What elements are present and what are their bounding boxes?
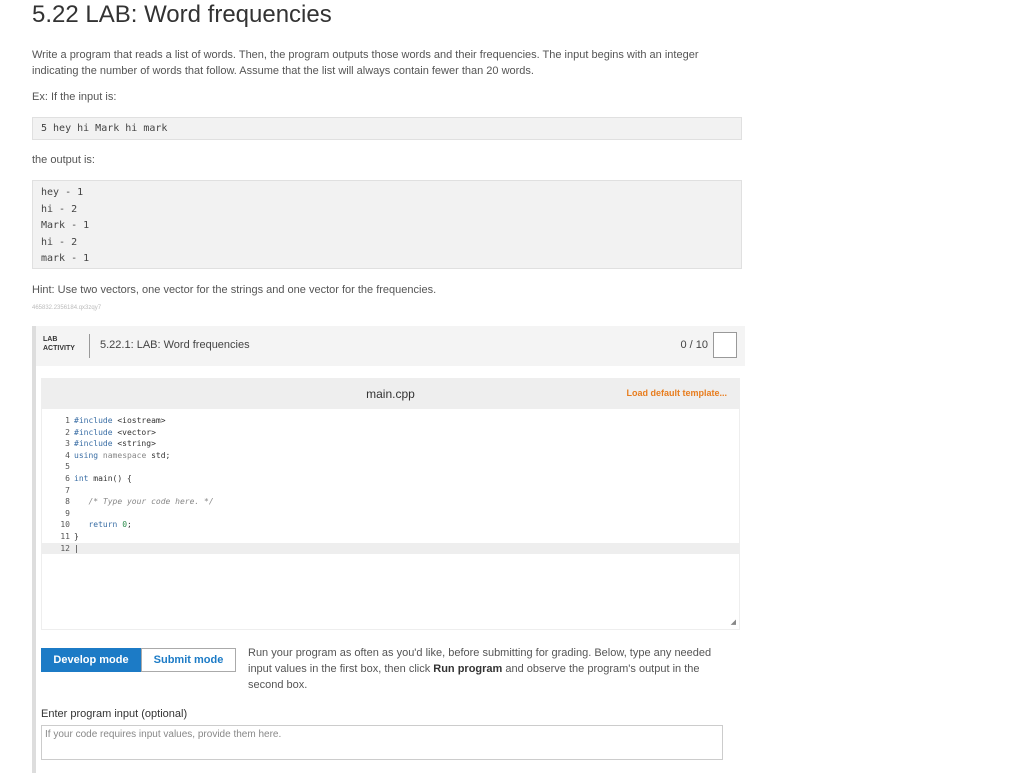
lab-activity-tag: LAB ACTIVITY — [43, 335, 75, 353]
lab-header: LAB ACTIVITY 5.22.1: LAB: Word frequenci… — [36, 326, 745, 366]
code-line: 10 return 0; — [60, 520, 132, 530]
code-line: 9 — [65, 508, 70, 518]
output-line: mark - 1 — [41, 253, 90, 264]
code-line: 11} — [60, 531, 79, 541]
example-output-block: hey - 1 hi - 2 Mark - 1 hi - 2 mark - 1 — [32, 180, 742, 269]
resize-handle-icon[interactable]: ◢ — [731, 618, 736, 626]
lab-name: 5.22.1: LAB: Word frequencies — [100, 339, 250, 351]
hint-text: Hint: Use two vectors, one vector for th… — [32, 284, 437, 296]
header-divider — [89, 334, 90, 358]
code-line: 2 #include <vector> — [65, 427, 156, 437]
run-instructions: Run your program as often as you'd like,… — [248, 647, 712, 691]
code-line: 8 /* Type your code here. */ — [65, 497, 214, 507]
code-line: 4 using namespace std; — [65, 450, 171, 460]
output-line: hi - 2 — [41, 236, 78, 248]
example-input-text: 5 hey hi Mark hi mark — [41, 123, 168, 134]
code-line: 5 — [65, 462, 70, 472]
develop-mode-button[interactable]: Develop mode — [41, 648, 141, 672]
editor-toolbar: main.cpp Load default template... — [42, 379, 739, 409]
output-line: hey - 1 — [41, 187, 84, 198]
output-intro: the output is: — [32, 154, 95, 166]
lab-activity: LAB ACTIVITY 5.22.1: LAB: Word frequenci… — [32, 326, 745, 773]
lab-tag-line2: ACTIVITY — [43, 345, 75, 352]
lab-tag-line1: LAB — [43, 336, 58, 343]
score-badge-icon — [713, 332, 737, 358]
tracking-code: 465832.2356184.qx3zqy7 — [32, 305, 102, 311]
problem-description: Write a program that reads a list of wor… — [32, 49, 699, 77]
score-text: 0 / 10 — [680, 339, 708, 351]
program-input-label: Enter program input (optional) — [41, 708, 188, 720]
page-title: 5.22 LAB: Word frequencies — [32, 1, 332, 28]
load-template-link[interactable]: Load default template... — [626, 388, 727, 398]
example-intro: Ex: If the input is: — [32, 91, 117, 103]
example-input-block: 5 hey hi Mark hi mark — [32, 117, 742, 140]
code-line: 6 int main() { — [65, 473, 132, 483]
code-area[interactable]: 1 #include <iostream> 2 #include <vector> … — [42, 415, 739, 555]
output-line: hi - 2 — [41, 203, 78, 215]
output-line: Mark - 1 — [41, 220, 90, 231]
code-line: 1 #include <iostream> — [65, 416, 166, 425]
code-line: 3 #include <string> — [65, 439, 156, 449]
code-line-active: 12 | — [42, 542, 739, 555]
program-input-field[interactable] — [41, 725, 723, 760]
code-editor[interactable]: main.cpp Load default template... 1 #incl… — [41, 378, 740, 630]
code-line: 7 — [65, 485, 70, 495]
submit-mode-button[interactable]: Submit mode — [141, 648, 236, 672]
